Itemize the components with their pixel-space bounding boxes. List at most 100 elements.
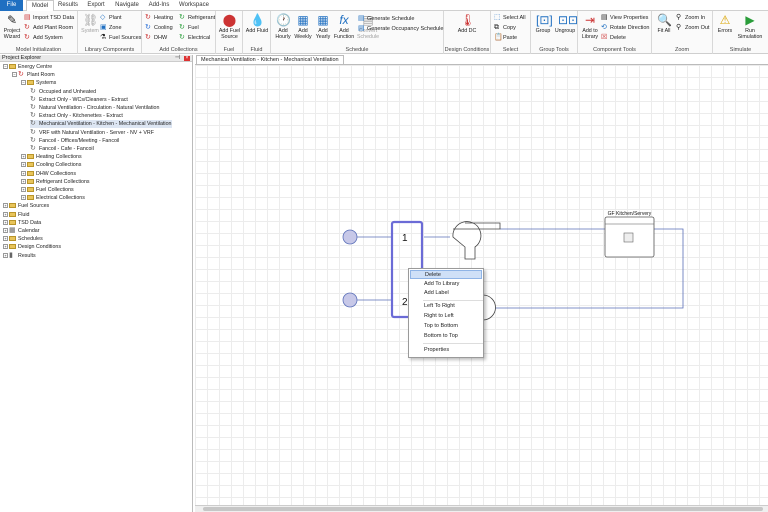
expander-icon[interactable]: + bbox=[3, 244, 8, 250]
menu-item-delete[interactable]: Delete bbox=[410, 270, 482, 279]
generate-occupancy-button[interactable]: ▤ Generate Occupancy Schedule bbox=[358, 24, 443, 33]
fan-component[interactable] bbox=[452, 221, 482, 260]
tab-add-ins[interactable]: Add-Ins bbox=[145, 0, 173, 11]
tree-item[interactable]: + Fluid bbox=[3, 211, 29, 219]
group-button[interactable]: [⊡] Group bbox=[533, 13, 553, 34]
tree-item[interactable]: ↻ Mechanical Ventilation - Kitchen - Mech… bbox=[30, 120, 172, 129]
tree-item[interactable]: + Heating Collections bbox=[21, 153, 82, 161]
zoom-out-button[interactable]: ⚲ Zoom Out bbox=[676, 23, 709, 32]
refrigerant-button[interactable]: ↻ Refrigerant bbox=[179, 13, 215, 22]
tree-item[interactable]: + Refrigerant Collections bbox=[21, 178, 90, 186]
run-simulation-button[interactable]: ▶ Run Simulation bbox=[736, 13, 764, 40]
menu-item-top-to-bottom[interactable]: Top to Bottom bbox=[410, 322, 482, 331]
expander-icon[interactable]: + bbox=[21, 178, 26, 184]
menu-item-bottom-to-top[interactable]: Bottom to Top bbox=[410, 332, 482, 341]
zoom-in-button[interactable]: ⚲ Zoom In bbox=[676, 13, 705, 22]
tree-item[interactable]: − ↻ Plant Room bbox=[12, 71, 55, 79]
add-to-library-button[interactable]: ⇥ Add to Library bbox=[579, 13, 601, 40]
cooling-button[interactable]: ↻ Cooling bbox=[145, 23, 173, 32]
rotate-direction-button[interactable]: ⟲ Rotate Direction bbox=[601, 23, 649, 32]
tree-item[interactable]: + Schedules bbox=[3, 235, 43, 243]
add-fuel-source-button[interactable]: ⬤ Add Fuel Source bbox=[217, 13, 242, 40]
close-icon[interactable]: × bbox=[184, 56, 190, 61]
electrical-button[interactable]: ↻ Electrical bbox=[179, 33, 210, 42]
tree-item[interactable]: + ▦ Calendar bbox=[3, 227, 40, 235]
tree-item[interactable]: − Systems bbox=[21, 79, 56, 87]
import-tsd-button[interactable]: ▤ Import TSD Data bbox=[24, 13, 74, 22]
tree-item[interactable]: ↻ Fancoil - Cafe - Fancoil bbox=[30, 145, 94, 153]
select-all-button[interactable]: ⬚ Select All bbox=[494, 13, 526, 22]
tab-file[interactable]: File bbox=[0, 0, 23, 11]
expander-icon[interactable]: + bbox=[3, 252, 8, 258]
source-node[interactable] bbox=[342, 292, 358, 308]
view-properties-button[interactable]: ▤ View Properties bbox=[601, 13, 648, 22]
expander-icon[interactable]: + bbox=[3, 203, 8, 209]
tree-item[interactable]: − Energy Centre bbox=[3, 63, 52, 71]
menu-item-right-to-left[interactable]: Right to Left bbox=[410, 312, 482, 321]
add-yearly-button[interactable]: ▦ Add Yearly bbox=[313, 13, 333, 40]
heating-button[interactable]: ↻ Heating bbox=[145, 13, 173, 22]
pin-icon[interactable]: ⊣ bbox=[175, 55, 180, 62]
add-fluid-button[interactable]: 💧 Add Fluid bbox=[245, 13, 269, 34]
expander-icon[interactable]: + bbox=[3, 228, 8, 234]
tab-model[interactable]: Model bbox=[26, 0, 54, 11]
scrollbar-thumb[interactable] bbox=[203, 507, 763, 511]
add-hourly-button[interactable]: 🕐 Add Hourly bbox=[272, 13, 294, 40]
menu-item-left-to-right[interactable]: Left To Right bbox=[410, 302, 482, 311]
add-weekly-button[interactable]: ▦ Add Weekly bbox=[293, 13, 313, 40]
expander-icon[interactable]: − bbox=[3, 64, 8, 70]
expander-icon[interactable]: + bbox=[21, 154, 26, 160]
tree-item[interactable]: + TSD Data bbox=[3, 219, 41, 227]
horizontal-scrollbar[interactable] bbox=[195, 505, 768, 512]
expander-icon[interactable]: + bbox=[3, 219, 8, 225]
copy-button[interactable]: ⧉ Copy bbox=[494, 23, 516, 32]
source-node[interactable] bbox=[342, 229, 358, 245]
expander-icon[interactable]: − bbox=[21, 80, 26, 86]
zone-button[interactable]: ▣ Zone bbox=[100, 23, 122, 32]
plant-button[interactable]: ◇ Plant bbox=[100, 13, 122, 22]
expander-icon[interactable]: + bbox=[3, 211, 8, 217]
fuel-sources-button[interactable]: ⚗ Fuel Sources bbox=[100, 33, 141, 42]
expander-icon[interactable]: + bbox=[21, 170, 26, 176]
tree-item[interactable]: ↻ Natural Ventilation - Circulation - Nat… bbox=[30, 104, 159, 112]
menu-item-properties[interactable]: Properties bbox=[410, 346, 482, 355]
generate-schedule-button[interactable]: ▤ Generate Schedule bbox=[358, 14, 414, 23]
add-dc-button[interactable]: 🌡 Add DC bbox=[457, 13, 477, 34]
tab-export[interactable]: Export bbox=[84, 0, 108, 11]
tree-item[interactable]: + Design Conditions bbox=[3, 243, 61, 251]
tab-workspace[interactable]: Workspace bbox=[176, 0, 212, 11]
fuel-button[interactable]: ↻ Fuel bbox=[179, 23, 199, 32]
tree-item[interactable]: ↻ Extract Only - Kitchenettes - Extract bbox=[30, 112, 123, 120]
paste-button[interactable]: 📋Paste bbox=[494, 33, 517, 42]
delete-button[interactable]: ☒ Delete bbox=[601, 33, 626, 42]
tab-navigate[interactable]: Navigate bbox=[112, 0, 142, 11]
menu-item-add-label[interactable]: Add Label bbox=[410, 289, 482, 298]
add-plant-room-button[interactable]: ↻ Add Plant Room bbox=[24, 23, 73, 32]
fan-component[interactable] bbox=[482, 294, 496, 327]
add-function-button[interactable]: fx Add Function bbox=[332, 13, 356, 40]
expander-icon[interactable]: + bbox=[3, 236, 8, 242]
tree-item[interactable]: + Cooling Collections bbox=[21, 161, 81, 169]
tree-item[interactable]: + DHW Collections bbox=[21, 170, 76, 178]
tree-item[interactable]: + Electrical Collections bbox=[21, 194, 85, 202]
ungroup-button[interactable]: ⊡⊡ Ungroup bbox=[553, 13, 578, 34]
tree-item[interactable]: ↻ Occupied and Unheated bbox=[30, 88, 96, 96]
tree-item[interactable]: ↻ Extract Only - WCs/Cleaners - Extract bbox=[30, 96, 128, 104]
menu-item-add-to-library[interactable]: Add To Library bbox=[410, 280, 482, 289]
expander-icon[interactable]: + bbox=[21, 162, 26, 168]
system-button[interactable]: ⛓ System bbox=[80, 13, 100, 34]
project-wizard-button[interactable]: ✎ Project Wizard bbox=[1, 13, 23, 40]
dhw-button[interactable]: ↻ DHW bbox=[145, 33, 167, 42]
errors-button[interactable]: ⚠ Errors bbox=[715, 13, 735, 34]
diagram-tab[interactable]: Mechanical Ventilation - Kitchen - Mecha… bbox=[196, 55, 344, 64]
expander-icon[interactable]: + bbox=[21, 195, 26, 201]
expander-icon[interactable]: + bbox=[21, 187, 26, 193]
fit-all-button[interactable]: 🔍 Fit All bbox=[654, 13, 674, 34]
tree-item[interactable]: + Fuel Collections bbox=[21, 186, 74, 194]
tree-item[interactable]: + ▮ Results bbox=[3, 252, 36, 260]
tab-results[interactable]: Results bbox=[56, 0, 80, 11]
tree-item[interactable]: ↻ VRF with Natural Ventilation - Server -… bbox=[30, 129, 154, 137]
expander-icon[interactable]: − bbox=[12, 72, 17, 78]
tree-item[interactable]: + Fuel Sources bbox=[3, 202, 49, 210]
add-system-button[interactable]: ↻ Add System bbox=[24, 33, 63, 42]
